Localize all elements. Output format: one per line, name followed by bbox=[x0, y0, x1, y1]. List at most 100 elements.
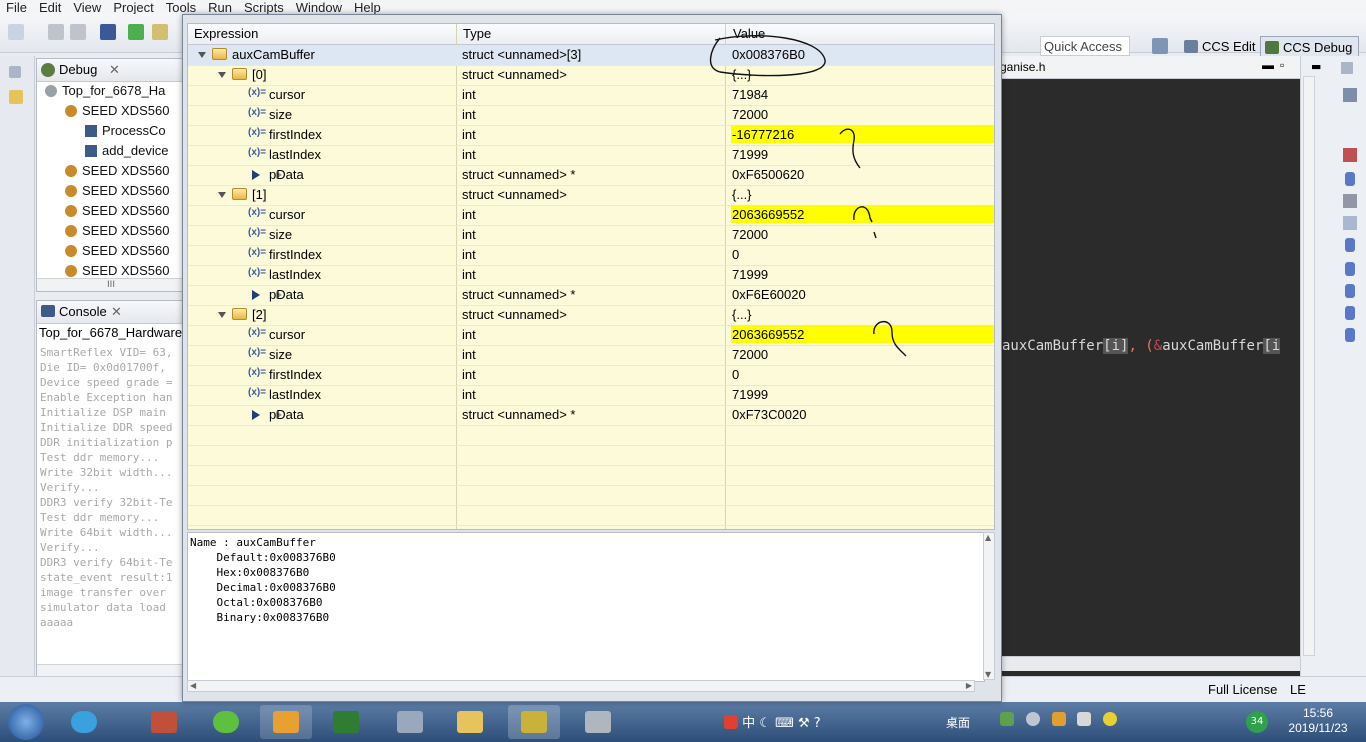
restore-icon[interactable] bbox=[9, 66, 21, 78]
expression-row[interactable]: (x)= size int 72000 bbox=[188, 225, 994, 246]
editor-vscroll[interactable] bbox=[1303, 76, 1315, 656]
menu-edit[interactable]: Edit bbox=[33, 1, 67, 14]
expression-row[interactable]: [1] struct <unnamed> {...} bbox=[188, 185, 994, 206]
help-icon[interactable]: ? bbox=[814, 716, 821, 731]
collapse-icon[interactable] bbox=[218, 312, 226, 318]
expression-value[interactable]: 72000 bbox=[731, 345, 994, 363]
expression-value[interactable]: {...} bbox=[731, 305, 994, 323]
notification-badge[interactable]: 34 bbox=[1246, 711, 1268, 733]
ime-mode[interactable]: 中 bbox=[742, 716, 755, 731]
taskbar-app-ccs-debug[interactable] bbox=[508, 705, 560, 739]
moon-icon[interactable]: ☾ bbox=[759, 716, 771, 731]
debug-tree-item[interactable]: SEED XDS560 bbox=[65, 201, 169, 221]
add-icon[interactable] bbox=[1103, 712, 1118, 726]
menu-help[interactable]: Help bbox=[348, 1, 387, 14]
expression-row[interactable]: (x)= lastIndex int 71999 bbox=[188, 385, 994, 406]
start-button[interactable] bbox=[8, 704, 44, 740]
debug-tree-item[interactable]: ProcessCo bbox=[85, 121, 166, 141]
memory-icon[interactable] bbox=[1345, 172, 1355, 186]
expression-value[interactable]: {...} bbox=[731, 185, 994, 203]
breakpoints-icon[interactable] bbox=[1343, 148, 1357, 162]
scroll-right-icon[interactable]: ▶ bbox=[966, 681, 972, 690]
detail-hscroll[interactable]: ◀ ▶ bbox=[187, 680, 975, 692]
menu-scripts[interactable]: Scripts bbox=[238, 1, 290, 14]
taskbar-app-explorer[interactable] bbox=[444, 705, 496, 739]
expression-value[interactable]: 2063669552 bbox=[731, 325, 994, 343]
expression-row[interactable]: pData struct <unnamed> * 0xF73C0020 bbox=[188, 405, 994, 426]
menu-file[interactable]: File bbox=[0, 1, 33, 14]
expression-row[interactable]: (x)= firstIndex int 0 bbox=[188, 245, 994, 266]
sogou-ime-icon[interactable] bbox=[724, 715, 738, 729]
speaker-icon[interactable] bbox=[1077, 712, 1092, 726]
menu-run[interactable]: Run bbox=[202, 1, 238, 14]
taskbar-app-browser[interactable] bbox=[58, 705, 110, 739]
memory-icon[interactable] bbox=[1345, 306, 1355, 320]
disassembly-icon[interactable] bbox=[1343, 194, 1357, 208]
column-header-expression[interactable]: Expression bbox=[194, 26, 258, 41]
collapse-icon[interactable] bbox=[218, 72, 226, 78]
debug-tree-item[interactable]: add_device bbox=[85, 141, 169, 161]
collapse-icon[interactable] bbox=[198, 52, 206, 58]
expression-row[interactable]: (x)= firstIndex int 0 bbox=[188, 365, 994, 386]
restore-icon[interactable] bbox=[1341, 62, 1353, 74]
editor-tab[interactable]: ganise.h ▬ ▫ bbox=[1000, 56, 1300, 79]
quick-access-input[interactable]: Quick Access bbox=[1040, 36, 1130, 56]
expression-value[interactable]: 0xF6500620 bbox=[731, 165, 994, 183]
expression-row[interactable]: (x)= cursor int 2063669552 bbox=[188, 205, 994, 226]
resume-icon[interactable] bbox=[128, 24, 144, 40]
console-tab[interactable]: Console ✕ bbox=[37, 301, 187, 324]
debug-tree-item[interactable]: SEED XDS560 bbox=[65, 221, 169, 241]
collapse-icon[interactable] bbox=[218, 192, 226, 198]
expression-value[interactable]: 0xF73C0020 bbox=[731, 405, 994, 423]
detail-vscroll[interactable]: ▲ ▼ bbox=[983, 532, 995, 680]
expression-row[interactable]: (x)= lastIndex int 71999 bbox=[188, 265, 994, 286]
save-icon[interactable] bbox=[48, 24, 64, 40]
system-clock[interactable]: 15:56 2019/11/23 bbox=[1278, 706, 1358, 736]
debug-hscroll[interactable]: III bbox=[37, 278, 185, 291]
expression-value[interactable]: 0 bbox=[731, 365, 994, 383]
expression-row[interactable]: [0] struct <unnamed> {...} bbox=[188, 65, 994, 86]
minimize-icon[interactable]: ▬ bbox=[1311, 60, 1321, 73]
expression-row[interactable]: pData struct <unnamed> * 0xF6500620 bbox=[188, 165, 994, 186]
perspective-ccs-debug[interactable]: CCS Debug bbox=[1260, 36, 1360, 58]
expression-row[interactable]: (x)= size int 72000 bbox=[188, 345, 994, 366]
expression-value[interactable]: 72000 bbox=[731, 105, 994, 123]
debug-tree-item[interactable]: Top_for_6678_Ha bbox=[45, 81, 165, 101]
expression-row[interactable]: (x)= firstIndex int -16777216 bbox=[188, 125, 994, 146]
volume-icon[interactable] bbox=[1025, 712, 1040, 726]
expression-value[interactable]: 71999 bbox=[731, 145, 994, 163]
scroll-down-icon[interactable]: ▼ bbox=[985, 670, 991, 679]
debug-tab[interactable]: Debug ✕ bbox=[37, 59, 187, 82]
memory-icon[interactable] bbox=[1345, 262, 1355, 276]
scroll-up-icon[interactable]: ▲ bbox=[985, 533, 991, 542]
expression-row[interactable]: pData struct <unnamed> * 0xF6E60020 bbox=[188, 285, 994, 306]
shield-icon[interactable] bbox=[1000, 712, 1014, 726]
save-all-icon[interactable] bbox=[70, 24, 86, 40]
expression-value[interactable]: 0 bbox=[731, 245, 994, 263]
open-perspective-icon[interactable] bbox=[1152, 38, 1168, 54]
expression-value[interactable]: 72000 bbox=[731, 225, 994, 243]
network-icon[interactable] bbox=[1051, 712, 1066, 726]
keyboard-icon[interactable]: ⌨ bbox=[775, 716, 794, 731]
expression-row[interactable]: (x)= lastIndex int 71999 bbox=[188, 145, 994, 166]
project-explorer-icon[interactable] bbox=[9, 90, 23, 104]
editor-hscroll[interactable] bbox=[1000, 656, 1300, 671]
new-icon[interactable] bbox=[8, 24, 24, 40]
expression-value[interactable]: {...} bbox=[731, 65, 994, 83]
close-icon[interactable]: ✕ bbox=[109, 62, 120, 78]
debug-tree-item[interactable]: SEED XDS560 bbox=[65, 241, 169, 261]
expression-value[interactable]: 71999 bbox=[731, 265, 994, 283]
expression-row[interactable]: [2] struct <unnamed> {...} bbox=[188, 305, 994, 326]
registers-icon[interactable] bbox=[1343, 88, 1357, 102]
table-icon[interactable] bbox=[1343, 216, 1357, 230]
debug-tree-item[interactable]: SEED XDS560 bbox=[65, 101, 169, 121]
memory-icon[interactable] bbox=[1345, 238, 1355, 252]
taskbar-app-ccs[interactable] bbox=[138, 705, 190, 739]
expression-value[interactable]: 0x008376B0 bbox=[731, 45, 994, 63]
scroll-left-icon[interactable]: ◀ bbox=[190, 681, 196, 690]
debug-tree-item[interactable]: SEED XDS560 bbox=[65, 161, 169, 181]
column-header-type[interactable]: Type bbox=[463, 26, 491, 41]
menu-tools[interactable]: Tools bbox=[160, 1, 202, 14]
expression-value[interactable]: -16777216 bbox=[731, 125, 994, 143]
menu-window[interactable]: Window bbox=[290, 1, 348, 14]
